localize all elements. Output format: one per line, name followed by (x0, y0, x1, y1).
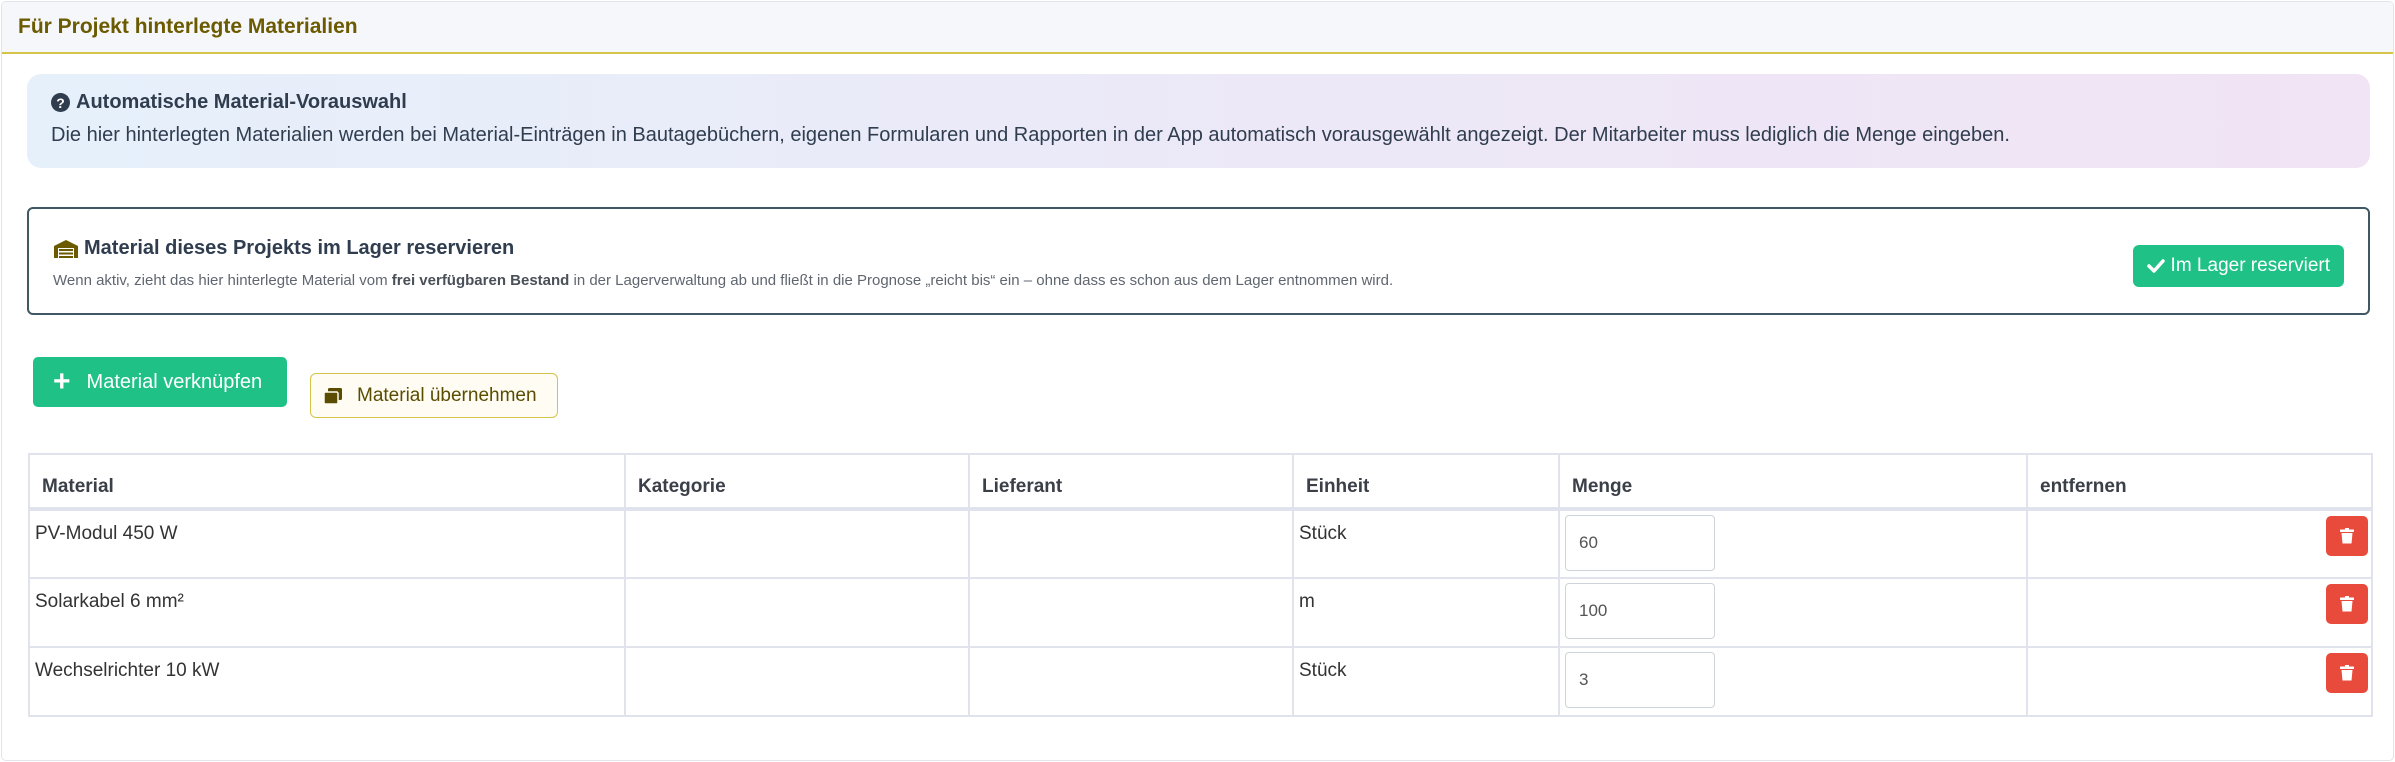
table-header-row: Material Kategorie Lieferant Einheit Men… (28, 453, 2373, 511)
cell-unit: Stück (1292, 508, 1560, 579)
copy-material-label: Material übernehmen (357, 384, 537, 406)
info-title: Automatische Material-Vorauswahl (76, 91, 407, 113)
header-quantity[interactable]: Menge (1558, 453, 2028, 511)
plus-icon: + (53, 365, 71, 398)
header-unit[interactable]: Einheit (1292, 453, 1560, 511)
header-category[interactable]: Kategorie (624, 453, 970, 511)
materials-table: Material Kategorie Lieferant Einheit Men… (28, 453, 2373, 717)
panel-title: Für Projekt hinterlegte Materialien (18, 15, 358, 38)
cell-quantity (1558, 577, 2028, 648)
quantity-input[interactable] (1565, 515, 1715, 571)
delete-button[interactable] (2326, 516, 2368, 556)
trash-icon (2340, 665, 2354, 681)
table-row: PV-Modul 450 W Stück (28, 508, 2373, 579)
auto-preselect-info-box: ? Automatische Material-Vorauswahl Die h… (27, 74, 2370, 168)
link-material-button[interactable]: + Material verknüpfen (33, 357, 287, 407)
cell-material: Solarkabel 6 mm² (28, 577, 626, 648)
delete-button[interactable] (2326, 653, 2368, 693)
cell-category (624, 508, 970, 579)
check-icon (2146, 259, 2165, 273)
reserved-toggle-button[interactable]: Im Lager reserviert (2132, 245, 2344, 287)
trash-icon (2340, 528, 2354, 544)
materials-panel: Für Projekt hinterlegte Materialien ? Au… (1, 1, 2394, 761)
cell-category (624, 646, 970, 717)
table-row: Solarkabel 6 mm² m (28, 577, 2373, 648)
link-material-label: Material verknüpfen (86, 370, 263, 393)
cell-supplier (968, 508, 1294, 579)
copy-material-button[interactable]: Material übernehmen (310, 373, 558, 418)
reserve-title: Material dieses Projekts im Lager reserv… (84, 237, 515, 259)
reserve-title-row: Material dieses Projekts im Lager reserv… (53, 237, 2368, 260)
header-remove: entfernen (2026, 453, 2373, 511)
header-supplier[interactable]: Lieferant (968, 453, 1294, 511)
question-circle-icon: ? (51, 93, 70, 112)
header-material[interactable]: Material (28, 453, 626, 511)
reserve-text-before: Wenn aktiv, zieht das hier hinterlegte M… (53, 272, 392, 289)
cell-remove (2026, 646, 2373, 717)
cell-material: Wechselrichter 10 kW (28, 646, 626, 717)
quantity-input[interactable] (1565, 652, 1715, 708)
delete-button[interactable] (2326, 584, 2368, 624)
cell-category (624, 577, 970, 648)
cell-unit: m (1292, 577, 1560, 648)
reserved-button-label: Im Lager reserviert (2170, 255, 2330, 276)
cell-supplier (968, 577, 1294, 648)
panel-header: Für Projekt hinterlegte Materialien (2, 2, 2393, 54)
table-row: Wechselrichter 10 kW Stück (28, 646, 2373, 717)
info-text: Die hier hinterlegten Materialien werden… (51, 124, 2010, 146)
reserve-box: Material dieses Projekts im Lager reserv… (27, 207, 2370, 315)
quantity-input[interactable] (1565, 583, 1715, 639)
cell-remove (2026, 577, 2373, 648)
cell-supplier (968, 646, 1294, 717)
cell-remove (2026, 508, 2373, 579)
reserve-text-bold: frei verfügbaren Bestand (391, 272, 570, 289)
info-title-row: ? Automatische Material-Vorauswahl (51, 91, 2370, 114)
cell-quantity (1558, 646, 2028, 717)
cell-material: PV-Modul 450 W (28, 508, 626, 579)
copy-icon (323, 387, 342, 405)
trash-icon (2340, 596, 2354, 612)
reserve-text-after: in der Lagerverwaltung ab und fließt in … (569, 272, 1394, 289)
cell-unit: Stück (1292, 646, 1560, 717)
reserve-description: Wenn aktiv, zieht das hier hinterlegte M… (53, 272, 2368, 289)
warehouse-icon (54, 239, 78, 258)
cell-quantity (1558, 508, 2028, 579)
